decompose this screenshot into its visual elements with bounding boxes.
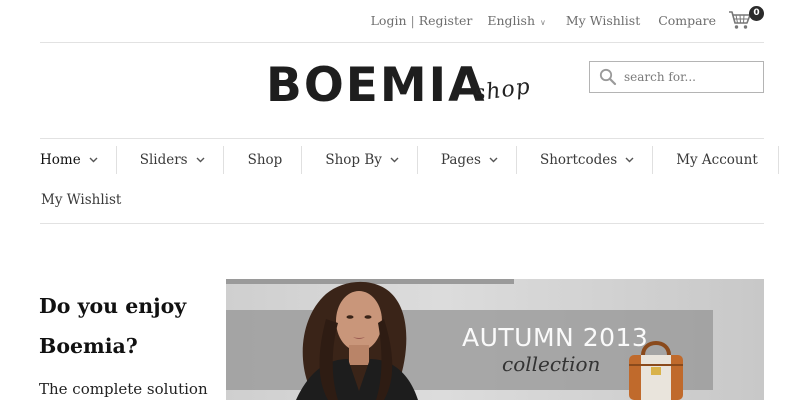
login-link[interactable]: Login [371, 13, 407, 28]
nav-item-label: Shortcodes [539, 152, 618, 168]
cart-button[interactable]: 0 [728, 6, 764, 34]
handbag-image [629, 341, 683, 400]
main-nav: Home Sliders Shop Shop By Pages Shortcod… [40, 146, 779, 174]
wishlist-link[interactable]: My Wishlist [566, 13, 640, 28]
nav-item-label: My Account [676, 152, 758, 168]
promo-heading-line2: Boemia? [39, 334, 138, 358]
promo-heading: Do you enjoy Boemia? [39, 286, 186, 366]
top-bar: Login | Register English ∨ My Wishlist Co… [40, 0, 764, 43]
model-photo [296, 281, 418, 400]
nav-item-label: Home [40, 152, 81, 168]
compare-link[interactable]: Compare [658, 13, 716, 28]
nav-divider-top [40, 138, 764, 139]
chevron-down-icon [489, 157, 498, 163]
search-input[interactable] [624, 68, 754, 86]
language-label: English [487, 13, 535, 28]
nav-item-shop-by[interactable]: Shop By [302, 146, 417, 174]
top-links: Login | Register English ∨ My Wishlist Co… [371, 13, 716, 28]
hero-banner[interactable]: AUTUMN 2013 collection [226, 279, 764, 400]
nav-item-home[interactable]: Home [40, 146, 116, 174]
nav-item-label: Shop [247, 152, 283, 168]
nav-item-label: My Wishlist [41, 192, 122, 208]
nav-item-label: Sliders [139, 152, 188, 168]
cart-count-badge: 0 [749, 6, 764, 21]
chevron-down-icon: ∨ [540, 18, 546, 27]
chevron-down-icon [89, 157, 98, 163]
promo-body: The complete solution [39, 380, 208, 398]
chevron-down-icon [390, 157, 399, 163]
promo-heading-line1: Do you enjoy [39, 294, 187, 318]
language-selector[interactable]: English ∨ [487, 13, 546, 28]
search-box [589, 61, 764, 93]
nav-divider [777, 146, 779, 174]
nav-item-shortcodes[interactable]: Shortcodes [517, 146, 652, 174]
logo-wordmark: BOEMIA [266, 58, 487, 113]
chevron-down-icon [196, 157, 205, 163]
chevron-down-icon [625, 157, 634, 163]
search-icon[interactable] [599, 68, 617, 86]
nav-divider-bottom [40, 223, 764, 224]
nav-item-shop[interactable]: Shop [224, 146, 302, 174]
nav-item-pages[interactable]: Pages [418, 146, 516, 174]
nav-item-label: Shop By [325, 152, 382, 168]
site-logo[interactable]: BOEMIA shop [266, 56, 546, 126]
login-register-separator: | [410, 13, 415, 28]
nav-item-label: Pages [440, 152, 481, 168]
banner-subheading: collection [502, 352, 601, 376]
register-link[interactable]: Register [419, 13, 473, 28]
nav-item-my-account[interactable]: My Account [653, 146, 778, 174]
nav-item-my-wishlist[interactable]: My Wishlist [41, 192, 121, 208]
nav-item-sliders[interactable]: Sliders [117, 146, 223, 174]
